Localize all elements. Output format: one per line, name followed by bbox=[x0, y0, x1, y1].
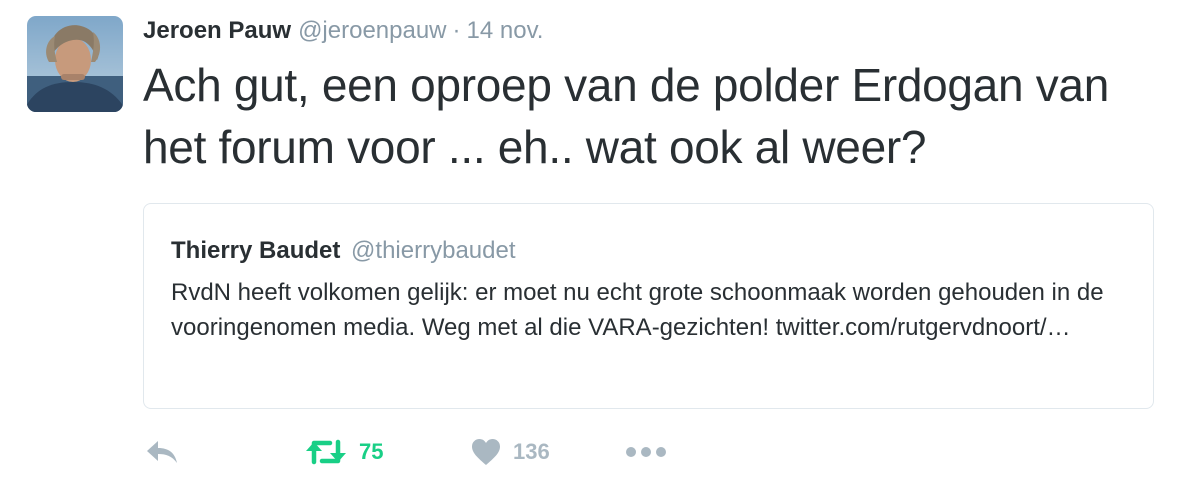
retweet-button[interactable]: 75 bbox=[305, 430, 383, 474]
retweet-icon bbox=[306, 439, 346, 465]
tweet-actions: 75 136 bbox=[145, 430, 705, 474]
quoted-tweet-text: RvdN heeft volkomen gelijk: er moet nu e… bbox=[171, 279, 1104, 341]
author-name[interactable]: Jeroen Pauw bbox=[143, 14, 291, 48]
like-count: 136 bbox=[513, 439, 550, 464]
reply-icon bbox=[147, 441, 177, 463]
tweet-text: Ach gut, een oproep van de polder Erdoga… bbox=[143, 59, 1109, 173]
tweet-timestamp[interactable]: 14 nov. bbox=[467, 14, 544, 48]
header-separator: · bbox=[452, 17, 461, 44]
quoted-author-name: Thierry Baudet bbox=[171, 237, 341, 264]
author-handle[interactable]: @jeroenpauw bbox=[298, 14, 446, 48]
quoted-tweet-header: Thierry Baudet @thierrybaudet bbox=[171, 236, 516, 266]
avatar-photo bbox=[27, 16, 123, 112]
more-dots-icon bbox=[626, 447, 666, 457]
retweet-count: 75 bbox=[359, 439, 384, 464]
more-button[interactable] bbox=[625, 430, 667, 474]
quoted-tweet[interactable]: Thierry Baudet @thierrybaudet RvdN heeft… bbox=[143, 203, 1154, 409]
avatar[interactable] bbox=[27, 16, 123, 112]
tweet: Jeroen Pauw @jeroenpauw · 14 nov. Ach gu… bbox=[0, 0, 1184, 484]
like-button[interactable]: 136 bbox=[471, 430, 550, 474]
reply-button[interactable] bbox=[145, 430, 179, 474]
heart-icon bbox=[472, 439, 500, 465]
quoted-author-handle: @thierrybaudet bbox=[351, 237, 516, 264]
tweet-header: Jeroen Pauw @jeroenpauw · 14 nov. bbox=[143, 14, 543, 48]
